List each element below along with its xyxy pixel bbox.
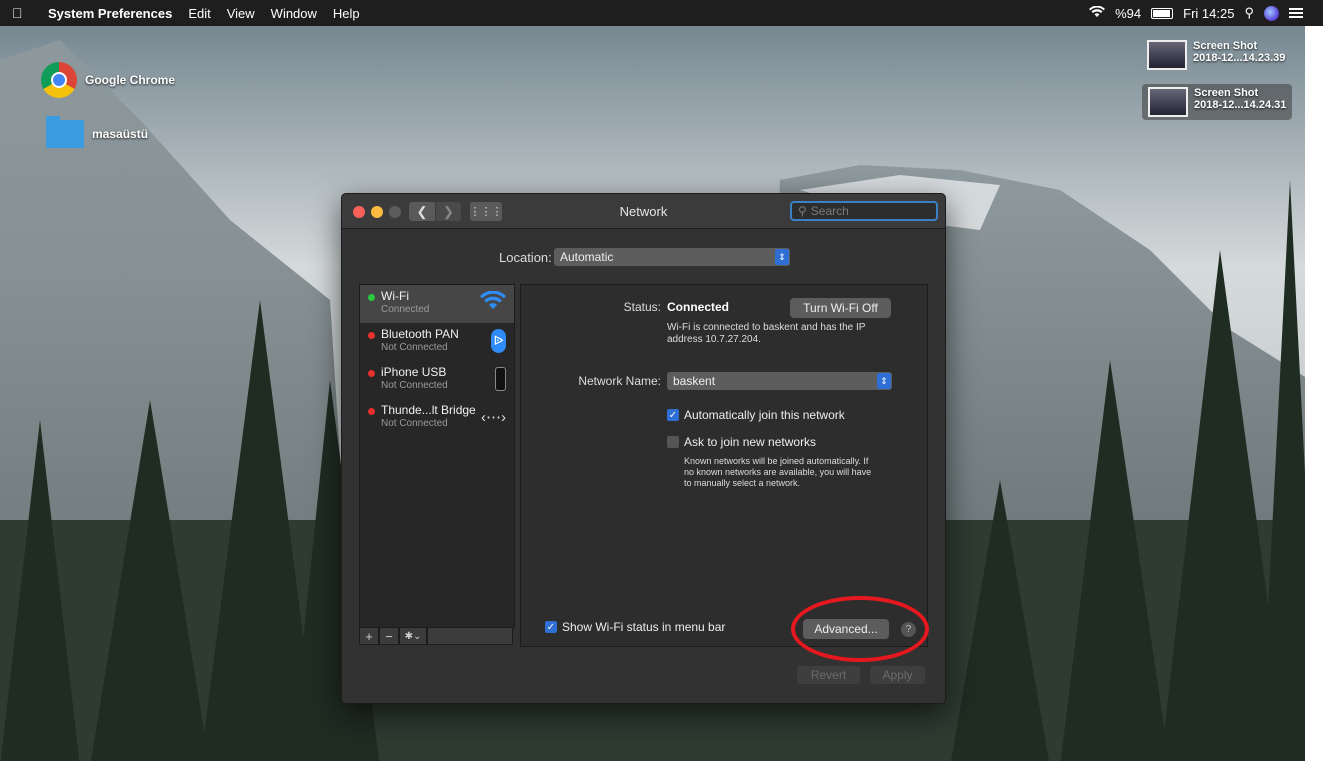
menu-edit[interactable]: Edit (188, 6, 210, 21)
file-date: 2018-12...14.23.39 (1193, 52, 1286, 64)
status-dot-not-connected (368, 408, 375, 415)
add-service-button[interactable]: + (359, 627, 379, 645)
status-dot-not-connected (368, 370, 375, 377)
show-wifi-status-checkbox[interactable]: ✓ Show Wi-Fi status in menu bar (545, 620, 725, 634)
file-name: Screen Shot (1194, 87, 1259, 99)
status-dot-connected (368, 294, 375, 301)
network-name-label: Network Name: (578, 374, 661, 388)
ask-join-help-line: no known networks are available, you wil… (684, 467, 872, 477)
service-item-iphone-usb[interactable]: iPhone USB Not Connected (360, 361, 514, 399)
wifi-icon (480, 290, 506, 316)
service-item-wifi[interactable]: Wi-Fi Connected (360, 285, 514, 323)
menu-view[interactable]: View (227, 6, 255, 21)
status-label: Status: (623, 300, 661, 314)
title-bar: ❮ ❯ ⋮⋮⋮ Network ⚲ Search (342, 194, 945, 229)
menu-help[interactable]: Help (333, 6, 360, 21)
folder-icon (46, 116, 84, 148)
auto-join-checkbox[interactable]: ✓ Automatically join this network (667, 408, 845, 422)
help-icon[interactable]: ? (901, 622, 916, 637)
show-wifi-status-label: Show Wi-Fi status in menu bar (562, 620, 726, 634)
notification-center-icon[interactable] (1289, 6, 1303, 20)
menu-window[interactable]: Window (271, 6, 317, 21)
service-name: iPhone USB (381, 365, 447, 379)
service-name: Bluetooth PAN (381, 327, 459, 341)
desktop-screenshot-file-selected[interactable]: Screen Shot 2018-12...14.24.31 (1142, 84, 1293, 120)
service-item-thunderbolt-bridge[interactable]: Thunde...lt Bridge Not Connected ‹⋯› (360, 399, 514, 437)
desktop-item-label: masaüstü (92, 127, 149, 141)
service-name: Wi-Fi (381, 289, 409, 303)
ask-join-checkbox[interactable]: Ask to join new networks (667, 435, 816, 449)
advanced-button[interactable]: Advanced... (803, 619, 889, 639)
service-name: Thunde...lt Bridge (381, 403, 476, 417)
bluetooth-icon: ᐉ (491, 329, 506, 353)
screen-border-right (1305, 0, 1323, 767)
status-description-line: address 10.7.27.204. (667, 334, 761, 345)
desktop-screenshot-file[interactable]: Screen Shot 2018-12...14.23.39 (1147, 40, 1285, 70)
network-name-select[interactable]: baskent ⇕ (667, 372, 892, 390)
screen-border-bottom (0, 761, 1323, 767)
desktop-item-chrome[interactable]: Google Chrome (41, 62, 175, 98)
file-name: Screen Shot (1193, 40, 1258, 52)
ask-join-label: Ask to join new networks (684, 435, 817, 449)
updown-icon: ⇕ (877, 373, 891, 389)
wifi-icon[interactable] (1089, 5, 1106, 21)
siri-icon[interactable] (1264, 5, 1279, 21)
thunderbolt-bridge-icon: ‹⋯› (481, 409, 506, 426)
iphone-icon (495, 367, 506, 391)
service-item-bluetooth-pan[interactable]: Bluetooth PAN Not Connected ᐉ (360, 323, 514, 361)
search-icon: ⚲ (798, 204, 807, 218)
action-menu-button[interactable]: ✱⌄ (399, 627, 427, 645)
network-name-value: baskent (673, 374, 716, 388)
service-list: Wi-Fi Connected Bluetooth PAN Not Connec… (359, 284, 515, 628)
file-date: 2018-12...14.24.31 (1194, 99, 1287, 111)
status-dot-not-connected (368, 332, 375, 339)
menu-extras: %94 Fri 14:25 ⚲ (1089, 0, 1303, 26)
service-status: Not Connected (381, 418, 448, 429)
status-description-line: Wi-Fi is connected to baskent and has th… (667, 322, 866, 333)
apple-icon[interactable]:  (12, 5, 30, 21)
checkmark-icon: ✓ (545, 621, 557, 633)
network-preferences-window: ❮ ❯ ⋮⋮⋮ Network ⚲ Search Location: Autom… (341, 193, 946, 704)
desktop-item-label: Google Chrome (85, 73, 176, 87)
chrome-icon (41, 62, 77, 98)
service-list-toolbar: + − ✱⌄ (359, 627, 513, 645)
menu-app-name[interactable]: System Preferences (48, 6, 172, 21)
updown-icon: ⇕ (775, 249, 789, 265)
checkbox-empty (667, 436, 679, 448)
menu-bar:  System Preferences Edit View Window He… (0, 0, 1323, 26)
location-label: Location: (499, 250, 552, 265)
toolbar-spacer (427, 627, 513, 645)
ask-join-help-line: Known networks will be joined automatica… (684, 456, 869, 466)
spotlight-icon[interactable]: ⚲ (1244, 5, 1254, 21)
service-status: Not Connected (381, 380, 448, 391)
service-detail-pane: Status: Connected Turn Wi-Fi Off Wi-Fi i… (520, 284, 928, 647)
screenshot-thumbnail-icon (1147, 40, 1187, 70)
location-select[interactable]: Automatic ⇕ (554, 248, 790, 266)
apply-button[interactable]: Apply (870, 666, 925, 684)
battery-percent[interactable]: %94 (1115, 6, 1141, 21)
turn-wifi-off-button[interactable]: Turn Wi-Fi Off (790, 298, 891, 318)
location-value: Automatic (560, 250, 614, 264)
remove-service-button[interactable]: − (379, 627, 399, 645)
clock[interactable]: Fri 14:25 (1183, 6, 1234, 21)
revert-button[interactable]: Revert (797, 666, 860, 684)
service-status: Not Connected (381, 342, 448, 353)
status-value: Connected (667, 300, 730, 314)
ask-join-help-line: to manually select a network. (684, 478, 801, 488)
search-placeholder: Search (810, 204, 849, 218)
search-field[interactable]: ⚲ Search (790, 201, 938, 221)
screenshot-thumbnail-icon (1148, 87, 1188, 117)
service-status: Connected (381, 304, 430, 315)
auto-join-label: Automatically join this network (684, 408, 845, 422)
desktop-item-folder[interactable]: masaüstü (46, 116, 149, 148)
battery-icon[interactable] (1151, 7, 1174, 19)
checkmark-icon: ✓ (667, 409, 679, 421)
